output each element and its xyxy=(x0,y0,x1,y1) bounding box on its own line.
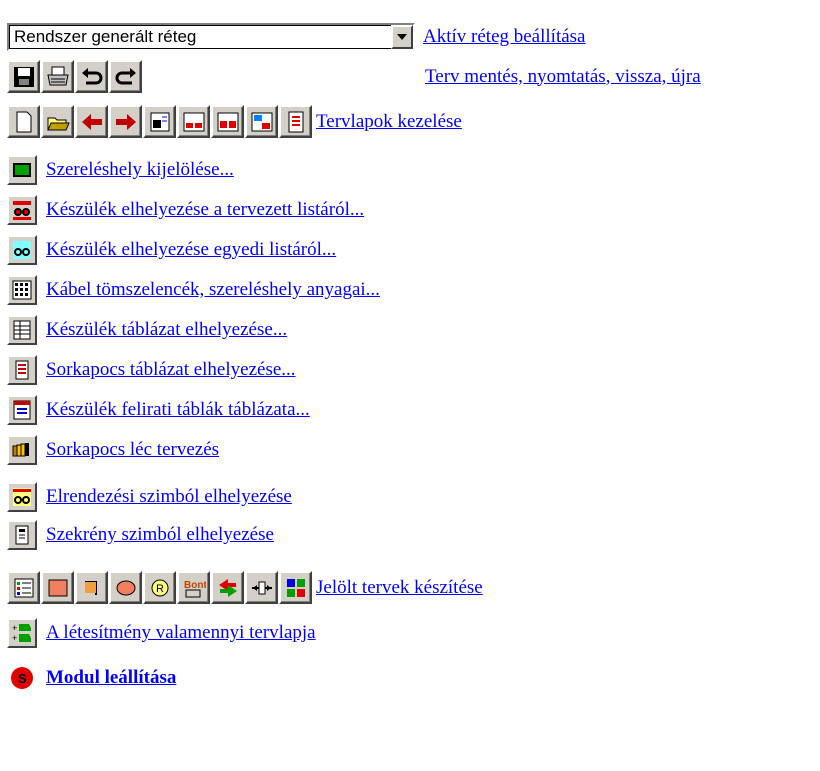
pages-link[interactable]: Tervlapok kezelése xyxy=(316,111,462,133)
open-page-button[interactable] xyxy=(41,105,74,138)
list-item: Sorkapocs léc tervezés xyxy=(7,435,219,465)
list-item: Sorkapocs táblázat elhelyezése... xyxy=(7,355,296,385)
save-row: Terv mentés, nyomtatás, vissza, újra xyxy=(7,60,701,93)
list-item: Készülék felirati táblák táblázata... xyxy=(7,395,310,425)
page-layout-icon xyxy=(217,112,238,131)
page-list-red-icon xyxy=(288,111,303,132)
open-folder-icon xyxy=(46,117,70,130)
swap-icon xyxy=(218,578,237,597)
corner-select-button[interactable] xyxy=(75,571,108,604)
new-page-button[interactable] xyxy=(7,105,40,138)
ellipse-select-icon xyxy=(116,580,135,595)
chevron-down-icon xyxy=(397,34,407,40)
marked-plans-row: R Bont Jelölt tervek készítése xyxy=(7,571,483,604)
list-item: Készülék táblázat elhelyezése... xyxy=(7,315,287,345)
floppy-disk-icon xyxy=(13,66,34,87)
list-item: Kábel tömszelencék, szereléshely anyagai… xyxy=(7,275,380,305)
text-select-icon: Bont xyxy=(184,580,206,597)
svg-text:Bont: Bont xyxy=(184,580,206,591)
printer-icon xyxy=(46,66,69,85)
corner-select-icon xyxy=(84,580,97,595)
pages-row: Tervlapok kezelése xyxy=(7,105,462,138)
marked-list-icon xyxy=(14,578,33,597)
svg-text:+: + xyxy=(12,623,17,633)
svg-text:S: S xyxy=(18,671,27,686)
marked-list-button[interactable] xyxy=(7,571,40,604)
grid-select-button[interactable] xyxy=(279,571,312,604)
ellipse-select-button[interactable] xyxy=(109,571,142,604)
save-button[interactable] xyxy=(7,60,40,93)
next-page-button[interactable] xyxy=(109,105,142,138)
arrow-right-icon xyxy=(115,113,136,130)
save-print-link[interactable]: Terv mentés, nyomtatás, vissza, újra xyxy=(425,66,701,88)
page-list-icon xyxy=(150,112,169,131)
list-item: Készülék elhelyezése a tervezett listáró… xyxy=(7,195,364,225)
page-list-button[interactable] xyxy=(143,105,176,138)
all-pages-link[interactable]: A létesítmény valamennyi tervlapja xyxy=(46,622,316,644)
arrow-left-icon xyxy=(81,113,102,130)
cable-gland-icon[interactable] xyxy=(7,275,37,305)
terminal-table-icon[interactable] xyxy=(7,355,37,385)
cabinet-symbol-icon[interactable] xyxy=(7,520,37,550)
print-button[interactable] xyxy=(41,60,74,93)
active-layer-link[interactable]: Aktív réteg beállítása xyxy=(423,26,586,48)
device-planned-list-icon[interactable] xyxy=(7,195,37,225)
dropdown-button[interactable] xyxy=(391,25,413,49)
list-item: Szereléshely kijelölése... xyxy=(7,155,234,185)
list-item-label[interactable]: Sorkapocs léc tervezés xyxy=(46,439,219,461)
stop-icon[interactable]: S xyxy=(7,663,37,693)
list-item-label[interactable]: Készülék felirati táblák táblázata... xyxy=(46,399,310,421)
stop-module-row: S Modul leállítása xyxy=(7,663,176,693)
undo-icon xyxy=(81,67,102,84)
redo-icon xyxy=(115,67,136,84)
redo-button[interactable] xyxy=(109,60,142,93)
split-icon xyxy=(251,581,272,594)
layout-symbol-icon[interactable] xyxy=(7,482,37,512)
list-item: Szekrény szimból elhelyezése xyxy=(7,520,274,550)
device-custom-list-icon[interactable] xyxy=(7,235,37,265)
list-item-label[interactable]: Készülék elhelyezése a tervezett listáró… xyxy=(46,199,364,221)
layer-select[interactable]: Rendszer generált réteg xyxy=(7,23,415,51)
list-item: Elrendezési szimból elhelyezése xyxy=(7,482,292,512)
split-select-button[interactable] xyxy=(245,571,278,604)
list-item-label[interactable]: Készülék elhelyezése egyedi listáról... xyxy=(46,239,336,261)
label-table-icon[interactable] xyxy=(7,395,37,425)
new-page-icon xyxy=(16,111,31,132)
svg-text:+: + xyxy=(12,633,17,643)
list-item: Készülék elhelyezése egyedi listáról... xyxy=(7,235,336,265)
rectangle-select-icon xyxy=(48,579,67,596)
list-item-label[interactable]: Készülék táblázat elhelyezése... xyxy=(46,319,287,341)
mounting-place-icon[interactable] xyxy=(7,155,37,185)
rotate-select-button[interactable]: R xyxy=(143,571,176,604)
page-layout-icon xyxy=(183,112,204,131)
page-properties-button[interactable] xyxy=(279,105,312,138)
rect-select-button[interactable] xyxy=(41,571,74,604)
all-pages-row: + + A létesítmény valamennyi tervlapja xyxy=(7,618,316,648)
list-item-label[interactable]: Elrendezési szimból elhelyezése xyxy=(46,486,292,508)
all-pages-icon[interactable]: + + xyxy=(7,618,37,648)
marked-plans-link[interactable]: Jelölt tervek készítése xyxy=(316,577,483,599)
stop-module-link[interactable]: Modul leállítása xyxy=(46,667,176,689)
terminal-strip-icon[interactable] xyxy=(7,435,37,465)
text-select-button[interactable]: Bont xyxy=(177,571,210,604)
layer-select-value: Rendszer generált réteg xyxy=(14,27,197,46)
rotate-r-icon: R xyxy=(151,579,168,596)
page-layout-2-button[interactable] xyxy=(211,105,244,138)
page-layout-3-button[interactable] xyxy=(245,105,278,138)
list-item-label[interactable]: Sorkapocs táblázat elhelyezése... xyxy=(46,359,296,381)
list-item-label[interactable]: Szereléshely kijelölése... xyxy=(46,159,234,181)
device-table-icon[interactable] xyxy=(7,315,37,345)
list-item-label[interactable]: Szekrény szimból elhelyezése xyxy=(46,524,274,546)
previous-page-button[interactable] xyxy=(75,105,108,138)
grid-select-icon xyxy=(286,578,305,597)
list-item-label[interactable]: Kábel tömszelencék, szereléshely anyagai… xyxy=(46,279,380,301)
svg-text:R: R xyxy=(156,583,164,595)
undo-button[interactable] xyxy=(75,60,108,93)
page-layout-1-button[interactable] xyxy=(177,105,210,138)
layer-row: Rendszer generált réteg Aktív réteg beál… xyxy=(7,23,586,51)
swap-select-button[interactable] xyxy=(211,571,244,604)
page-copy-icon xyxy=(251,112,272,131)
